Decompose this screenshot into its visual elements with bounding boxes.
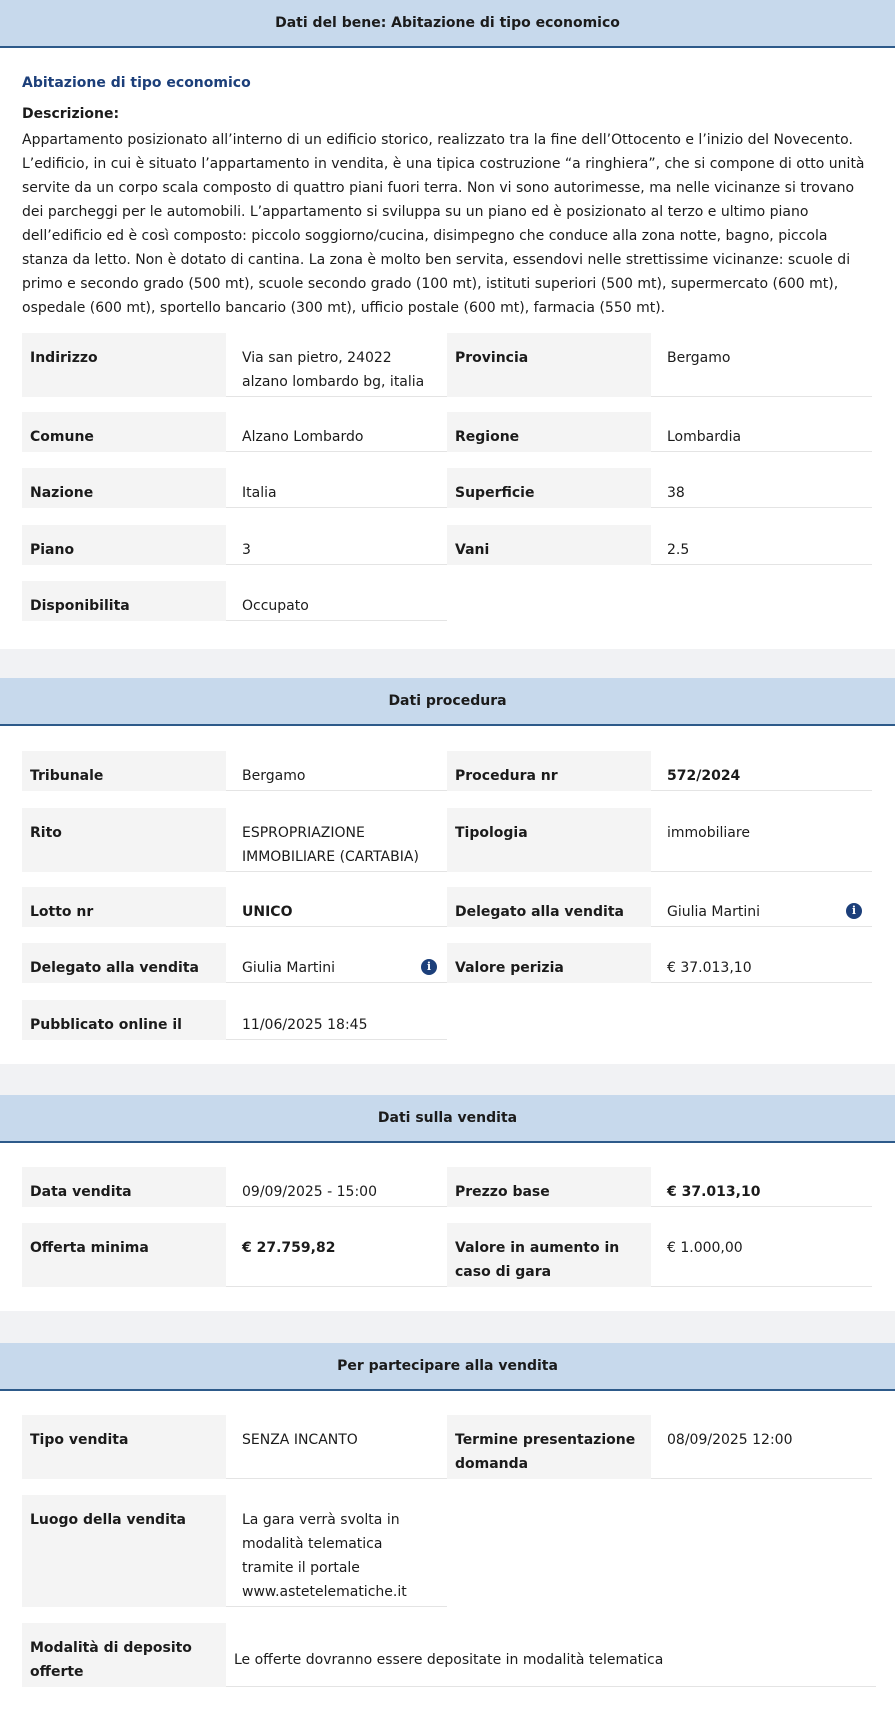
value-prezzo-base: € 37.013,10 xyxy=(651,1167,872,1207)
label-pubblicato: Pubblicato online il xyxy=(22,1000,226,1040)
value-rito: ESPROPRIAZIONE IMMOBILIARE (CARTABIA) xyxy=(226,808,447,872)
label-superficie: Superficie xyxy=(447,468,651,508)
label-delegato-1: Delegato alla vendita xyxy=(447,887,651,927)
value-tipologia: immobiliare xyxy=(651,808,872,872)
value-tipo-vendita: SENZA INCANTO xyxy=(226,1415,447,1479)
label-luogo: Luogo della vendita xyxy=(22,1495,226,1607)
value-provincia: Bergamo xyxy=(651,333,872,397)
row-luogo: Luogo della vendita La gara verrà svolta… xyxy=(22,1495,447,1607)
section-header-procedura: Dati procedura xyxy=(0,678,895,726)
value-valore-perizia: € 37.013,10 xyxy=(651,943,872,983)
bene-subtitle: Abitazione di tipo economico xyxy=(22,75,251,91)
row-offerta-minima: Offerta minima € 27.759,82 Valore in aum… xyxy=(22,1223,872,1287)
label-delegato-2: Delegato alla vendita xyxy=(22,943,226,983)
value-termine: 08/09/2025 12:00 xyxy=(651,1415,872,1479)
value-comune: Alzano Lombardo xyxy=(226,412,447,452)
row-data-vendita: Data vendita 09/09/2025 - 15:00 Prezzo b… xyxy=(22,1167,872,1207)
label-indirizzo: Indirizzo xyxy=(22,333,226,397)
value-offerta-minima: € 27.759,82 xyxy=(226,1223,447,1287)
value-pubblicato: 11/06/2025 18:45 xyxy=(226,1000,447,1040)
value-disponibilita: Occupato xyxy=(226,581,447,621)
card-dati-procedura: Dati procedura Tribunale Bergamo Procedu… xyxy=(0,678,895,1064)
section-header-partecipare: Per partecipare alla vendita xyxy=(0,1343,895,1391)
value-deposito: Le offerte dovranno essere depositate in… xyxy=(226,1623,876,1687)
row-indirizzo: Indirizzo Via san pietro, 24022 alzano l… xyxy=(22,333,872,397)
value-data-vendita: 09/09/2025 - 15:00 xyxy=(226,1167,447,1207)
row-deposito: Modalità di deposito offerte Le offerte … xyxy=(22,1623,876,1687)
label-procedura-nr: Procedura nr xyxy=(447,751,651,791)
label-nazione: Nazione xyxy=(22,468,226,508)
label-valore-aumento: Valore in aumento in caso di gara xyxy=(447,1223,651,1287)
info-icon[interactable]: i xyxy=(846,903,862,919)
value-regione: Lombardia xyxy=(651,412,872,452)
label-offerta-minima: Offerta minima xyxy=(22,1223,226,1287)
delegato-2-name: Giulia Martini xyxy=(242,960,335,976)
label-disponibilita: Disponibilita xyxy=(22,581,226,621)
row-tipo-vendita: Tipo vendita SENZA INCANTO Termine prese… xyxy=(22,1415,872,1479)
value-procedura-nr: 572/2024 xyxy=(651,751,872,791)
value-lotto: UNICO xyxy=(226,887,447,927)
label-piano: Piano xyxy=(22,525,226,565)
value-valore-aumento: € 1.000,00 xyxy=(651,1223,872,1287)
row-rito: Rito ESPROPRIAZIONE IMMOBILIARE (CARTABI… xyxy=(22,808,872,872)
value-piano: 3 xyxy=(226,525,447,565)
row-comune: Comune Alzano Lombardo Regione Lombardia xyxy=(22,412,872,452)
value-superficie: 38 xyxy=(651,468,872,508)
label-valore-perizia: Valore perizia xyxy=(447,943,651,983)
delegato-1-name: Giulia Martini xyxy=(667,904,760,920)
card-dati-bene: Dati del bene: Abitazione di tipo econom… xyxy=(0,0,895,649)
value-luogo: La gara verrà svolta in modalità telemat… xyxy=(226,1495,447,1607)
label-tipologia: Tipologia xyxy=(447,808,651,872)
label-vani: Vani xyxy=(447,525,651,565)
description-text: Appartamento posizionato all’interno di … xyxy=(22,132,865,316)
value-delegato-1: Giulia Martini i xyxy=(651,887,872,927)
row-lotto: Lotto nr UNICO Delegato alla vendita Giu… xyxy=(22,887,872,927)
row-disponibilita: Disponibilita Occupato xyxy=(22,581,447,621)
card-dati-vendita: Dati sulla vendita Data vendita 09/09/20… xyxy=(0,1095,895,1311)
value-vani: 2.5 xyxy=(651,525,872,565)
label-comune: Comune xyxy=(22,412,226,452)
label-prezzo-base: Prezzo base xyxy=(447,1167,651,1207)
label-termine: Termine presentazione domanda xyxy=(447,1415,651,1479)
label-lotto: Lotto nr xyxy=(22,887,226,927)
value-delegato-2: Giulia Martini i xyxy=(226,943,447,983)
description-label: Descrizione: xyxy=(22,106,120,122)
value-tribunale: Bergamo xyxy=(226,751,447,791)
label-tipo-vendita: Tipo vendita xyxy=(22,1415,226,1479)
section-header-vendita: Dati sulla vendita xyxy=(0,1095,895,1143)
section-header-bene: Dati del bene: Abitazione di tipo econom… xyxy=(0,0,895,48)
label-tribunale: Tribunale xyxy=(22,751,226,791)
label-regione: Regione xyxy=(447,412,651,452)
value-indirizzo: Via san pietro, 24022 alzano lombardo bg… xyxy=(226,333,447,397)
value-nazione: Italia xyxy=(226,468,447,508)
label-data-vendita: Data vendita xyxy=(22,1167,226,1207)
row-piano: Piano 3 Vani 2.5 xyxy=(22,525,872,565)
row-nazione: Nazione Italia Superficie 38 xyxy=(22,468,872,508)
label-provincia: Provincia xyxy=(447,333,651,397)
label-deposito: Modalità di deposito offerte xyxy=(22,1623,226,1687)
label-rito: Rito xyxy=(22,808,226,872)
row-delegato-perizia: Delegato alla vendita Giulia Martini i V… xyxy=(22,943,872,983)
info-icon[interactable]: i xyxy=(421,959,437,975)
card-partecipare: Per partecipare alla vendita Tipo vendit… xyxy=(0,1343,895,1709)
row-pubblicato: Pubblicato online il 11/06/2025 18:45 xyxy=(22,1000,447,1040)
row-tribunale: Tribunale Bergamo Procedura nr 572/2024 xyxy=(22,751,872,791)
